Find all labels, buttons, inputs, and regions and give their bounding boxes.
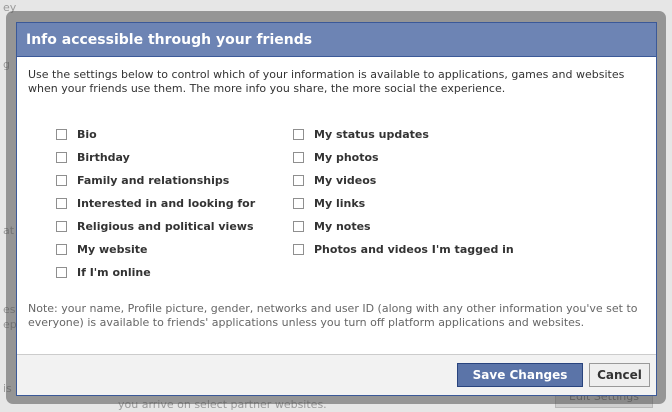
checkbox[interactable] [293,221,304,232]
option-my-website[interactable]: My website [56,238,255,261]
option-label: Religious and political views [77,220,254,233]
option-family-relationships[interactable]: Family and relationships [56,169,255,192]
friends-info-dialog: Info accessible through your friends Use… [16,22,657,396]
option-label: Family and relationships [77,174,230,187]
option-label: Photos and videos I'm tagged in [314,243,514,256]
option-label: My notes [314,220,371,233]
checkbox[interactable] [56,267,67,278]
option-bio[interactable]: Bio [56,123,255,146]
option-label: Birthday [77,151,130,164]
option-notes[interactable]: My notes [293,215,514,238]
option-photos[interactable]: My photos [293,146,514,169]
checkbox[interactable] [293,244,304,255]
option-links[interactable]: My links [293,192,514,215]
option-videos[interactable]: My videos [293,169,514,192]
options-left-column: Bio Birthday Family and relationships In… [56,123,255,284]
option-birthday[interactable]: Birthday [56,146,255,169]
save-changes-button[interactable]: Save Changes [457,363,583,387]
option-tagged-media[interactable]: Photos and videos I'm tagged in [293,238,514,261]
dialog-footer: Save Changes Cancel [17,354,656,395]
option-label: My links [314,197,366,210]
option-online[interactable]: If I'm online [56,261,255,284]
option-interested-in[interactable]: Interested in and looking for [56,192,255,215]
checkbox[interactable] [56,198,67,209]
option-label: Interested in and looking for [77,197,256,210]
option-label: My status updates [314,128,429,141]
dialog-title: Info accessible through your friends [17,23,656,57]
option-religious-political[interactable]: Religious and political views [56,215,255,238]
checkbox[interactable] [56,175,67,186]
checkbox[interactable] [293,175,304,186]
checkbox[interactable] [56,152,67,163]
checkbox[interactable] [56,244,67,255]
dialog-intro-text: Use the settings below to control which … [28,68,625,95]
dialog-note-text: Note: your name, Profile picture, gender… [28,302,638,329]
option-label: My videos [314,174,377,187]
option-label: My website [77,243,148,256]
options-right-column: My status updates My photos My videos My… [293,123,514,261]
checkbox[interactable] [293,129,304,140]
option-status-updates[interactable]: My status updates [293,123,514,146]
option-label: My photos [314,151,379,164]
checkbox[interactable] [293,152,304,163]
option-label: If I'm online [77,266,151,279]
cancel-button[interactable]: Cancel [589,363,650,387]
checkbox[interactable] [56,221,67,232]
checkbox[interactable] [56,129,67,140]
option-label: Bio [77,128,97,141]
checkbox[interactable] [293,198,304,209]
